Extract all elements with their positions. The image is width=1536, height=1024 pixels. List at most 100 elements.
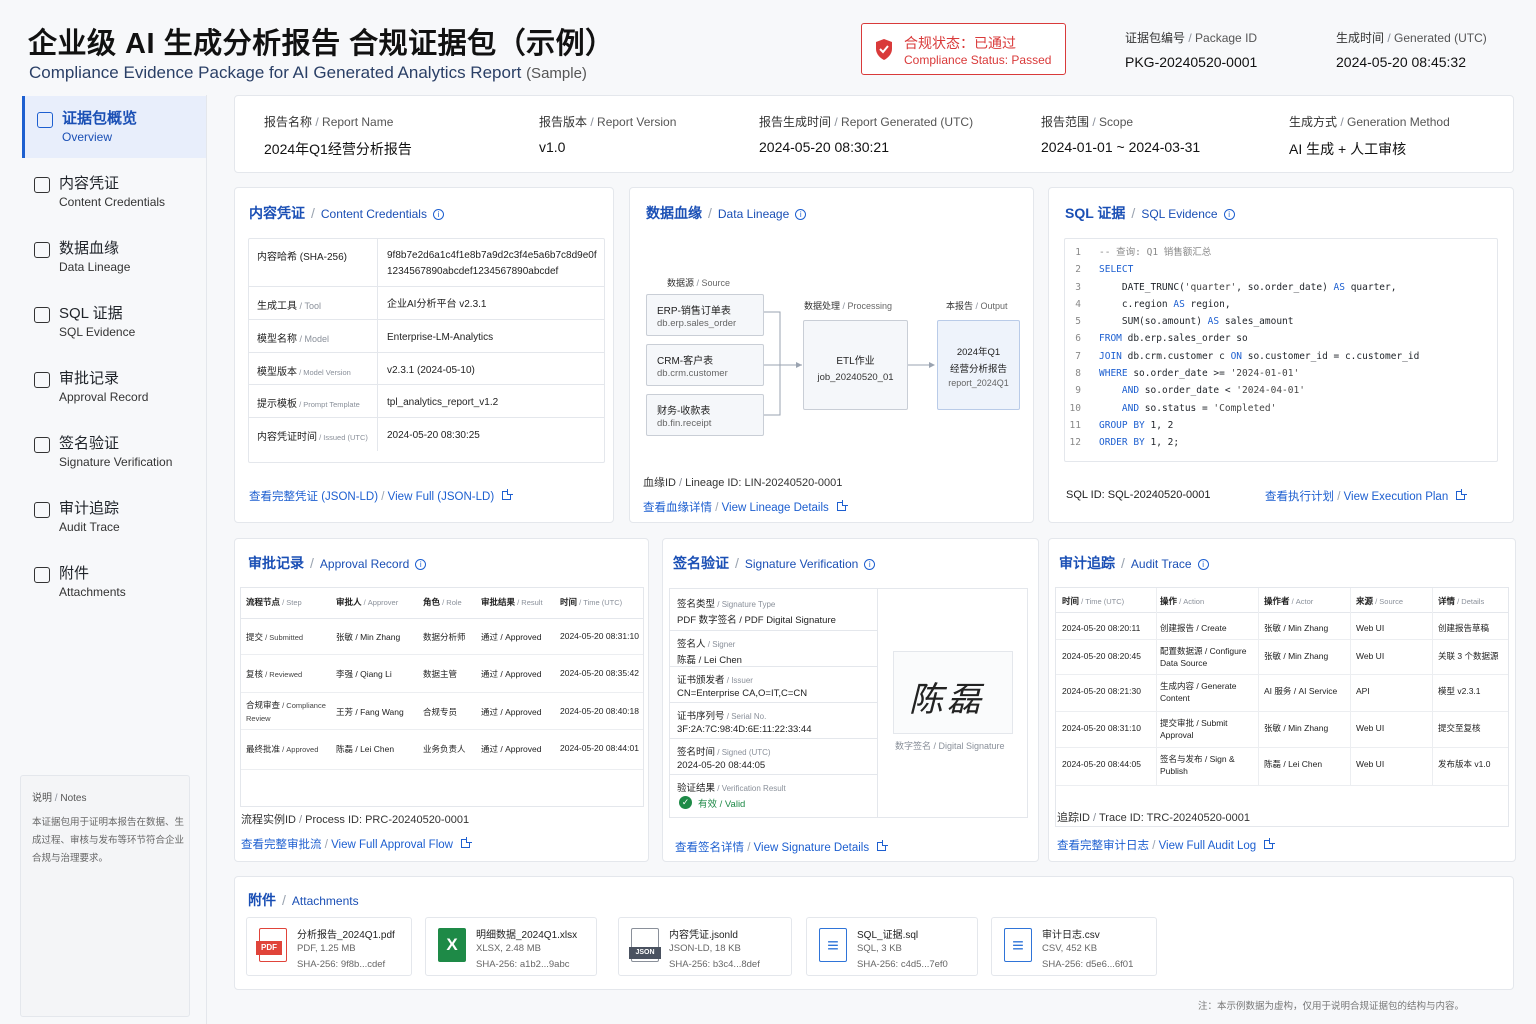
- output-report-node[interactable]: 2024年Q1 经营分析报告 report_2024Q1: [937, 320, 1020, 410]
- attachment-name: 内容凭证.jsonld: [669, 930, 738, 941]
- sidebar-item-sql-evidence[interactable]: SQL 证据 SQL Evidence: [22, 291, 206, 353]
- attachment-item[interactable]: ≡ SQL_证据.sql SQL, 3 KB SHA-256: c4d5...7ef0: [806, 917, 978, 976]
- table-row: 复核 / Reviewed 李强 / Qiang Li 数据主管 通过 / Appro…: [241, 655, 643, 693]
- signature-image[interactable]: 陈磊: [893, 651, 1013, 734]
- audit-details: 关联 3 个数据源: [1438, 651, 1499, 661]
- audit-header-cell: 详情 / Details: [1438, 596, 1485, 606]
- signature-field-value: 3F:2A:7C:98:4D:6E:11:22:33:44: [677, 724, 812, 735]
- line-number: 12: [1069, 437, 1081, 449]
- sidebar-item-label: 内容凭证: [59, 175, 120, 192]
- pen-icon: [34, 437, 50, 453]
- info-icon[interactable]: i: [1197, 559, 1209, 570]
- attachment-item[interactable]: X 明细数据_2024Q1.xlsx XLSX, 2.48 MB SHA-256: a…: [425, 917, 597, 976]
- info-icon[interactable]: i: [415, 559, 427, 570]
- attachment-item[interactable]: JSON 内容凭证.jsonld JSON-LD, 18 KB SHA-256: b3…: [618, 917, 792, 976]
- summary-value: AI 生成 + 人工审核: [1289, 141, 1407, 157]
- audit-header-cell: 来源 / Source: [1356, 596, 1404, 606]
- lineage-id: 血缘ID / Lineage ID: LIN-20240520-0001: [643, 477, 843, 489]
- table-row: 最终批准 / Approved 陈磊 / Lei Chen 业务负责人 通过 / Ap…: [241, 730, 643, 770]
- sql-code-text: SELECT: [1099, 264, 1134, 276]
- paperclip-icon: [34, 567, 50, 583]
- notes-title: 说明 / Notes: [32, 793, 87, 804]
- sidebar-item-label: SQL 证据: [59, 305, 123, 322]
- external-link-icon: [877, 840, 889, 851]
- external-link-icon: [1264, 838, 1276, 849]
- sidebar-item-data-lineage[interactable]: 数据血缘 Data Lineage: [22, 226, 206, 288]
- line-number: 3: [1075, 281, 1081, 293]
- status-zh: 合规状态：已通过: [904, 35, 1016, 51]
- audit-header-cell: 操作 / Action: [1160, 596, 1205, 606]
- sidebar-item-approval-record[interactable]: 审批记录 Approval Record: [22, 356, 206, 418]
- signature-field-value: PDF 数字签名 / PDF Digital Signature: [677, 615, 836, 626]
- lineage-source-node[interactable]: 财务-收款表 db.fin.receipt: [646, 394, 764, 436]
- signature-field: 签名时间 / Signed (UTC) 2024-05-20 08:44:05: [670, 739, 877, 775]
- view-audit-log-link[interactable]: 查看完整审计日志 / View Full Audit Log: [1057, 837, 1276, 853]
- trace-id: 追踪ID / Trace ID: TRC-20240520-0001: [1057, 812, 1251, 824]
- attachment-hash: SHA-256: d5e6...6f01: [1042, 959, 1134, 970]
- sidebar-item-content-credentials[interactable]: 内容凭证 Content Credentials: [22, 161, 206, 223]
- sidebar-item-audit-trace[interactable]: 审计追踪 Audit Trace: [22, 486, 206, 548]
- view-signature-details-link[interactable]: 查看签名详情 / View Signature Details: [675, 839, 889, 855]
- info-icon[interactable]: i: [432, 209, 444, 220]
- view-full-credential-link[interactable]: 查看完整凭证 (JSON-LD) / View Full (JSON-LD): [249, 488, 514, 504]
- line-number: 8: [1075, 368, 1081, 380]
- sql-code-block[interactable]: 1 -- 查询: Q1 销售额汇总 2 SELECT 3 DATE_TRUNC('qua…: [1064, 238, 1498, 462]
- summary-value: 2024年Q1经营分析报告: [264, 141, 412, 157]
- audit-source: Web UI: [1356, 759, 1385, 769]
- valid-check-icon: ✓: [679, 796, 692, 809]
- approval-step: 最终批准 / Approved: [246, 744, 319, 754]
- credentials-table: 内容哈希 (SHA-256) 9f8b7e2d6a1c4f1e8b7a9d2c3f…: [248, 238, 605, 463]
- approval-role: 合规专员: [423, 707, 458, 717]
- sidebar-item-signature-verification[interactable]: 签名验证 Signature Verification: [22, 421, 206, 483]
- sidebar-item-sublabel: Signature Verification: [59, 455, 173, 469]
- audit-action: 生成内容 / Generate Content: [1160, 681, 1237, 703]
- credential-row: 提示模板 / Prompt Template tpl_analytics_repo…: [249, 385, 604, 418]
- attachment-item[interactable]: PDF 分析报告_2024Q1.pdf PDF, 1.25 MB SHA-256: 9…: [246, 917, 412, 976]
- attachment-item[interactable]: ≡ 审计日志.csv CSV, 452 KB SHA-256: d5e6...6f01: [991, 917, 1157, 976]
- credential-value: 9f8b7e2d6a1c4f1e8b7a9d2c3f4e5a6b7c8d9e0f…: [387, 250, 597, 277]
- view-lineage-details-link[interactable]: 查看血缘详情 / View Lineage Details: [643, 499, 848, 515]
- credential-value: tpl_analytics_report_v1.2: [387, 397, 499, 408]
- sidebar-item-attachments[interactable]: 附件 Attachments: [22, 551, 206, 613]
- attachments-title: 附件 / Attachments: [248, 892, 359, 908]
- sql-line: 6 FROM db.erp.sales_order so: [1065, 330, 1497, 347]
- approval-record-card: 审批记录 / Approval Record i 流程节点 / Step 审批人 / A…: [234, 538, 649, 862]
- csv-icon: ≡: [1004, 928, 1032, 962]
- line-number: 10: [1069, 402, 1081, 414]
- line-number: 5: [1075, 316, 1081, 328]
- line-number: 11: [1069, 419, 1081, 431]
- sidebar-item-overview[interactable]: 证据包概览 Overview: [22, 96, 206, 158]
- sql-code-text: AND so.order_date < '2024-04-01': [1121, 385, 1305, 397]
- approval-header-cell: 审批人 / Approver: [336, 597, 399, 607]
- audit-source: Web UI: [1356, 651, 1385, 661]
- info-icon[interactable]: i: [1223, 209, 1235, 220]
- attachment-hash: SHA-256: b3c4...8def: [669, 959, 760, 970]
- audit-actor: 张敏 / Min Zhang: [1264, 651, 1329, 661]
- approval-role: 数据主管: [423, 669, 458, 679]
- credential-row: 模型名称 / Model Enterprise-LM-Analytics: [249, 320, 604, 353]
- view-execution-plan-link[interactable]: 查看执行计划 / View Execution Plan: [1265, 488, 1468, 504]
- home-icon: [37, 112, 53, 128]
- sql-code-text: SUM(so.amount) AS sales_amount: [1099, 316, 1294, 328]
- approval-role: 业务负责人: [423, 744, 466, 754]
- audit-actor: AI 服务 / AI Service: [1264, 686, 1338, 696]
- credential-value: Enterprise-LM-Analytics: [387, 332, 494, 343]
- sql-code-text: c.region AS region,: [1099, 298, 1231, 310]
- credential-key: 内容凭证时间 / Issued (UTC): [257, 432, 368, 443]
- credential-row: 模型版本 / Model Version v2.3.1 (2024-05-10): [249, 353, 604, 385]
- sql-code-text: AND so.status = 'Completed': [1121, 402, 1277, 414]
- info-icon[interactable]: i: [864, 559, 876, 570]
- package-id-label: 证据包编号 / Package ID: [1125, 31, 1258, 45]
- sql-evidence-title: SQL 证据 / SQL Evidence i: [1065, 203, 1235, 223]
- lineage-source-node[interactable]: CRM-客户表 db.crm.customer: [646, 344, 764, 386]
- approval-header-cell: 审批结果 / Result: [481, 597, 543, 607]
- attachment-meta: JSON-LD, 18 KB: [669, 943, 741, 954]
- view-approval-flow-link[interactable]: 查看完整审批流 / View Full Approval Flow: [241, 836, 472, 852]
- summary-label: 报告生成时间 / Report Generated (UTC): [759, 115, 974, 129]
- json-icon: JSON: [629, 928, 661, 962]
- etl-job-node[interactable]: ETL作业 job_20240520_01: [803, 320, 908, 410]
- sql-code-text: -- 查询: Q1 销售额汇总: [1099, 247, 1212, 258]
- lineage-source-node[interactable]: ERP-销售订单表 db.erp.sales_order: [646, 294, 764, 336]
- sql-code-text: GROUP BY 1, 2: [1099, 419, 1174, 431]
- table-row: 2024-05-20 08:20:45 配置数据源 / Configure Dat…: [1056, 640, 1508, 675]
